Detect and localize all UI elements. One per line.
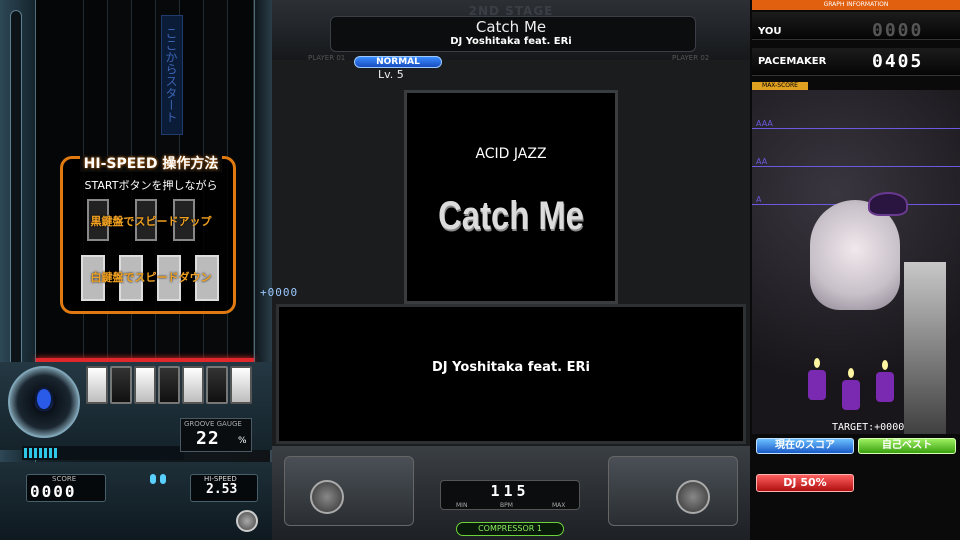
song-artist: DJ Yoshitaka feat. ERi	[450, 36, 572, 47]
groove-gauge-value: 22	[196, 428, 220, 449]
bpm-value: 115	[490, 482, 530, 500]
player1-label: PLAYER 01	[308, 54, 346, 62]
pacemaker-bar	[904, 262, 946, 434]
flame-icon	[848, 368, 854, 378]
bpm-label: BPM	[500, 502, 513, 509]
console-right-housing	[608, 456, 738, 526]
indicator-lamp-icon	[150, 474, 156, 484]
bpm-min-label: MIN	[456, 502, 468, 509]
player2-label: PLAYER 02	[672, 54, 710, 62]
personal-best-button[interactable]: 自己ベスト	[858, 438, 956, 454]
grade-line-aaa	[752, 128, 960, 129]
grade-label-aa: AA	[756, 157, 768, 166]
current-score-button[interactable]: 現在のスコア	[756, 438, 854, 454]
jacket-title: Catch Me	[438, 194, 584, 238]
pacemaker-label: PACEMAKER	[758, 56, 827, 67]
key-4[interactable]	[158, 366, 180, 404]
indicator-lamp-icon	[160, 474, 166, 484]
hispeed-help-box: HI-SPEED 操作方法 STARTボタンを押しながら 黒鍵盤でスピードアップ…	[60, 156, 236, 314]
groove-gauge-fill	[24, 448, 59, 458]
turntable-center-icon	[35, 387, 53, 411]
left-dial-icon	[310, 480, 344, 514]
info-artist: DJ Yoshitaka feat. ERi	[432, 360, 590, 375]
grade-label-aaa: AAA	[756, 119, 773, 128]
groove-gauge-label: GROOVE GAUGE	[184, 420, 242, 428]
hispeed-help-subtitle: STARTボタンを押しながら	[84, 179, 218, 192]
white-key-instruction: 白鍵盤でスピードダウン	[90, 271, 212, 284]
score-value: 0000	[30, 482, 77, 501]
key-1[interactable]	[86, 366, 108, 404]
max-score-tag: MAX-SCORE	[752, 82, 808, 90]
candle-icon	[842, 380, 860, 410]
graph-header: GRAPH INFORMATION	[752, 0, 960, 10]
hispeed-value: 2.53	[206, 482, 238, 497]
song-title: Catch Me	[475, 18, 547, 36]
start-hint-vertical: ここからスタート	[161, 15, 183, 135]
bpm-max-label: MAX	[552, 502, 566, 509]
black-key-instruction: 黒鍵盤でスピードアップ	[90, 215, 212, 228]
candle-icon	[808, 370, 826, 400]
you-row	[752, 12, 960, 40]
effect-knob[interactable]	[236, 510, 258, 532]
level-label: Lv. 5	[378, 68, 404, 81]
key-6[interactable]	[206, 366, 228, 404]
console-left-housing	[284, 456, 414, 526]
pacemaker-score: 0405	[872, 51, 924, 72]
grade-line-aa	[752, 166, 960, 167]
groove-gauge-unit: %	[238, 436, 247, 446]
you-label: YOU	[758, 26, 782, 37]
character-illustration	[810, 200, 900, 310]
grade-label-a: A	[756, 195, 762, 204]
key-2[interactable]	[110, 366, 132, 404]
hispeed-help-title: HI-SPEED 操作方法	[79, 156, 223, 172]
combo-counter: +0000	[260, 286, 299, 299]
key-5[interactable]	[182, 366, 204, 404]
target-readout: TARGET:+0000	[832, 422, 905, 433]
key-3[interactable]	[134, 366, 156, 404]
dj-level-button[interactable]: DJ 50%	[756, 474, 854, 492]
flame-icon	[814, 358, 820, 368]
candle-icon	[876, 372, 894, 402]
difficulty-badge: NORMAL	[354, 56, 442, 68]
compressor-indicator: COMPRESSOR 1	[456, 522, 564, 536]
right-dial-icon	[676, 480, 710, 514]
key-7[interactable]	[230, 366, 252, 404]
you-score: 0000	[872, 20, 924, 41]
jacket-genre: ACID JAZZ	[475, 146, 547, 162]
flame-icon	[882, 360, 888, 370]
rail-slit	[10, 10, 22, 390]
character-hat-icon	[868, 192, 908, 216]
game-screen: ここからスタート HI-SPEED 操作方法 STARTボタンを押しながら 黒鍵…	[0, 0, 960, 540]
